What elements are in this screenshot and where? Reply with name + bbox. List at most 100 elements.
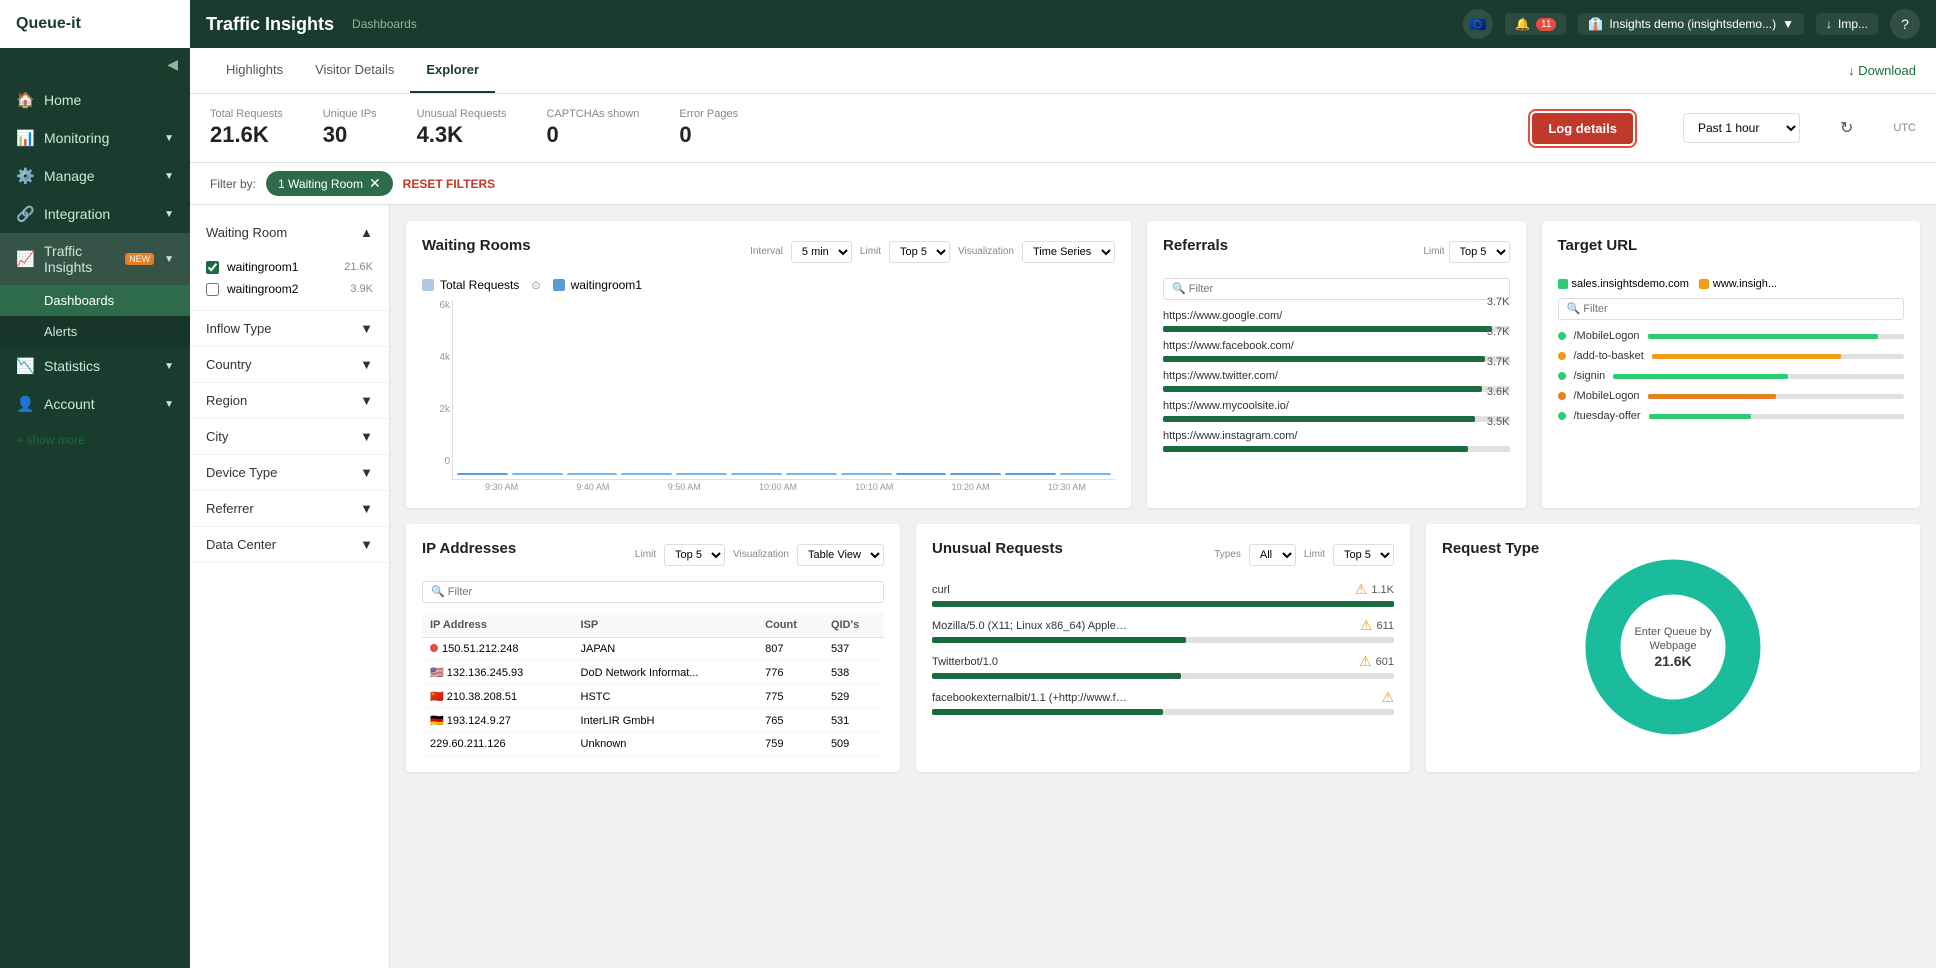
sidebar-item-label: Traffic Insights xyxy=(44,243,111,275)
target-url-text: /add-to-basket xyxy=(1574,350,1644,362)
user-account-button[interactable]: 👔 Insights demo (insightsdemo...) ▼ xyxy=(1578,13,1804,35)
referral-url: https://www.mycoolsite.io/ xyxy=(1163,400,1289,412)
sidebar-item-label: Statistics xyxy=(44,358,100,374)
isp: DoD Network Informat... xyxy=(573,661,758,685)
filter-checkbox-wr2[interactable] xyxy=(206,283,219,296)
filter-item-wr2[interactable]: waitingroom2 3.9K xyxy=(206,278,373,300)
tab-explorer[interactable]: Explorer xyxy=(410,48,495,93)
bar-group xyxy=(457,473,508,475)
legend-item: www.insigh... xyxy=(1699,278,1777,290)
qids: 529 xyxy=(823,685,884,709)
count: 776 xyxy=(757,661,823,685)
ip-limit-select[interactable]: Top 5 xyxy=(664,544,725,566)
eu-icon-button[interactable]: 🇪🇺 xyxy=(1463,9,1493,39)
qids: 509 xyxy=(823,733,884,756)
referrals-list: https://www.google.com/ 3.7K https://www… xyxy=(1163,310,1510,452)
bar-group xyxy=(786,473,837,475)
limit-select[interactable]: Top 5 xyxy=(1333,544,1394,566)
sidebar-sub-item-alerts[interactable]: Alerts xyxy=(0,316,190,347)
isp: Unknown xyxy=(573,733,758,756)
legend-label: Total Requests xyxy=(440,278,519,292)
filter-section-header[interactable]: Data Center ▼ xyxy=(190,527,389,562)
bar xyxy=(731,473,782,475)
filter-section-waiting-room: Waiting Room ▲ waitingroom1 21.6K waitin… xyxy=(190,215,389,311)
notification-button[interactable]: 🔔 11 xyxy=(1505,13,1566,35)
target-url-list: /MobileLogon /add-to-basket /signin xyxy=(1558,330,1905,422)
sidebar-item-account[interactable]: 👤 Account ▼ xyxy=(0,385,190,423)
referrals-limit-select[interactable]: Top 5 xyxy=(1449,241,1510,263)
sidebar-item-manage[interactable]: ⚙️ Manage ▼ xyxy=(0,157,190,195)
filter-checkbox-wr1[interactable] xyxy=(206,261,219,274)
topbar-right: 🇪🇺 🔔 11 👔 Insights demo (insightsdemo...… xyxy=(1463,9,1920,39)
filter-section-label: Device Type xyxy=(206,465,277,480)
sidebar-sub-item-dashboards[interactable]: Dashboards xyxy=(0,285,190,316)
legend-item: sales.insightsdemo.com xyxy=(1558,278,1689,290)
target-url-item: /add-to-basket xyxy=(1558,350,1905,362)
toggle-icon[interactable]: ⊙ xyxy=(531,279,540,292)
active-filter-chip[interactable]: 1 Waiting Room ✕ xyxy=(266,171,393,196)
filter-section-header[interactable]: Device Type ▼ xyxy=(190,455,389,490)
integration-icon: 🔗 xyxy=(16,205,34,223)
referrals-filter-input[interactable] xyxy=(1163,278,1510,300)
chart-container: 6k 4k 2k 0 xyxy=(422,300,1115,492)
filter-section-header[interactable]: City ▼ xyxy=(190,419,389,454)
table-row: 🇺🇸 132.136.245.93 DoD Network Informat..… xyxy=(422,661,884,685)
tab-visitor-details[interactable]: Visitor Details xyxy=(299,48,410,93)
filter-section-header[interactable]: Waiting Room ▲ xyxy=(190,215,389,250)
card-controls: Limit Top 5 xyxy=(1423,241,1509,263)
show-more-link[interactable]: + show more xyxy=(0,423,190,457)
time-range-select[interactable]: Past 1 hour Past 6 hours Past 24 hours P… xyxy=(1683,113,1800,143)
remove-filter-icon[interactable]: ✕ xyxy=(369,175,381,192)
bar-group xyxy=(1060,473,1111,475)
refresh-button[interactable]: ↻ xyxy=(1840,118,1853,138)
target-url-legend: sales.insightsdemo.com www.insigh... xyxy=(1558,278,1905,290)
sidebar-item-integration[interactable]: 🔗 Integration ▼ xyxy=(0,195,190,233)
types-select[interactable]: All xyxy=(1249,544,1296,566)
target-url-filter-input[interactable] xyxy=(1558,298,1905,320)
filter-section-country: Country ▼ xyxy=(190,347,389,383)
unusual-requests-card: Unusual Requests Types All Limit Top 5 xyxy=(916,524,1410,772)
donut-chart: Enter Queue by Webpage 21.6K xyxy=(1442,557,1904,737)
visualization-select[interactable]: Time Series xyxy=(1022,241,1115,263)
filter-item-wr1[interactable]: waitingroom1 21.6K xyxy=(206,256,373,278)
notification-count: 11 xyxy=(1536,18,1556,31)
legend-label: waitingroom1 xyxy=(571,278,642,292)
filter-section-header[interactable]: Region ▼ xyxy=(190,383,389,418)
filter-section-header[interactable]: Inflow Type ▼ xyxy=(190,311,389,346)
reset-filters-button[interactable]: RESET FILTERS xyxy=(403,177,495,191)
ip-visualization-select[interactable]: Table View Top xyxy=(797,544,884,566)
y-axis: 6k 4k 2k 0 xyxy=(422,300,450,467)
log-details-button[interactable]: Log details xyxy=(1532,113,1633,144)
legend-wr1: waitingroom1 xyxy=(553,278,642,292)
filter-section-header[interactable]: Country ▼ xyxy=(190,347,389,382)
stat-value: 0 xyxy=(679,122,738,148)
limit-select[interactable]: Top 5 xyxy=(889,241,950,263)
stat-label: Unusual Requests xyxy=(417,108,507,120)
table-row: 🇩🇪 193.124.9.27 InterLIR GmbH 765 531 xyxy=(422,709,884,733)
interval-select[interactable]: 5 min xyxy=(791,241,852,263)
import-button[interactable]: ↓ Imp... xyxy=(1816,13,1878,35)
tab-highlights[interactable]: Highlights xyxy=(210,48,299,93)
chevron-down-icon: ▼ xyxy=(164,254,174,265)
sidebar-item-monitoring[interactable]: 📊 Monitoring ▼ xyxy=(0,119,190,157)
download-button[interactable]: ↓ Download xyxy=(1848,63,1916,78)
unusual-label: curl xyxy=(932,584,950,596)
target-dot xyxy=(1558,392,1566,400)
help-button[interactable]: ? xyxy=(1890,9,1920,39)
unusual-count: 601 xyxy=(1376,656,1394,668)
bar xyxy=(457,473,508,475)
filter-section-header[interactable]: Referrer ▼ xyxy=(190,491,389,526)
unusual-header: Mozilla/5.0 (X11; Linux x86_64) AppleWeb… xyxy=(932,617,1394,634)
unusual-count: 611 xyxy=(1376,620,1394,632)
sidebar-item-statistics[interactable]: 📉 Statistics ▼ xyxy=(0,347,190,385)
sidebar-item-traffic-insights[interactable]: 📈 Traffic Insights NEW ▼ xyxy=(0,233,190,285)
donut-label: Enter Queue by Webpage 21.6K xyxy=(1623,625,1723,670)
legend-label: sales.insightsdemo.com xyxy=(1572,278,1689,290)
legend-color-total xyxy=(422,279,434,291)
sidebar-collapse-btn[interactable]: ◀ xyxy=(167,56,178,73)
ip-filter-input[interactable] xyxy=(422,581,884,603)
unusual-item: curl ⚠ 1.1K xyxy=(932,581,1394,607)
legend-color xyxy=(1699,279,1709,289)
sidebar-item-home[interactable]: 🏠 Home xyxy=(0,81,190,119)
filter-section-label: Country xyxy=(206,357,252,372)
